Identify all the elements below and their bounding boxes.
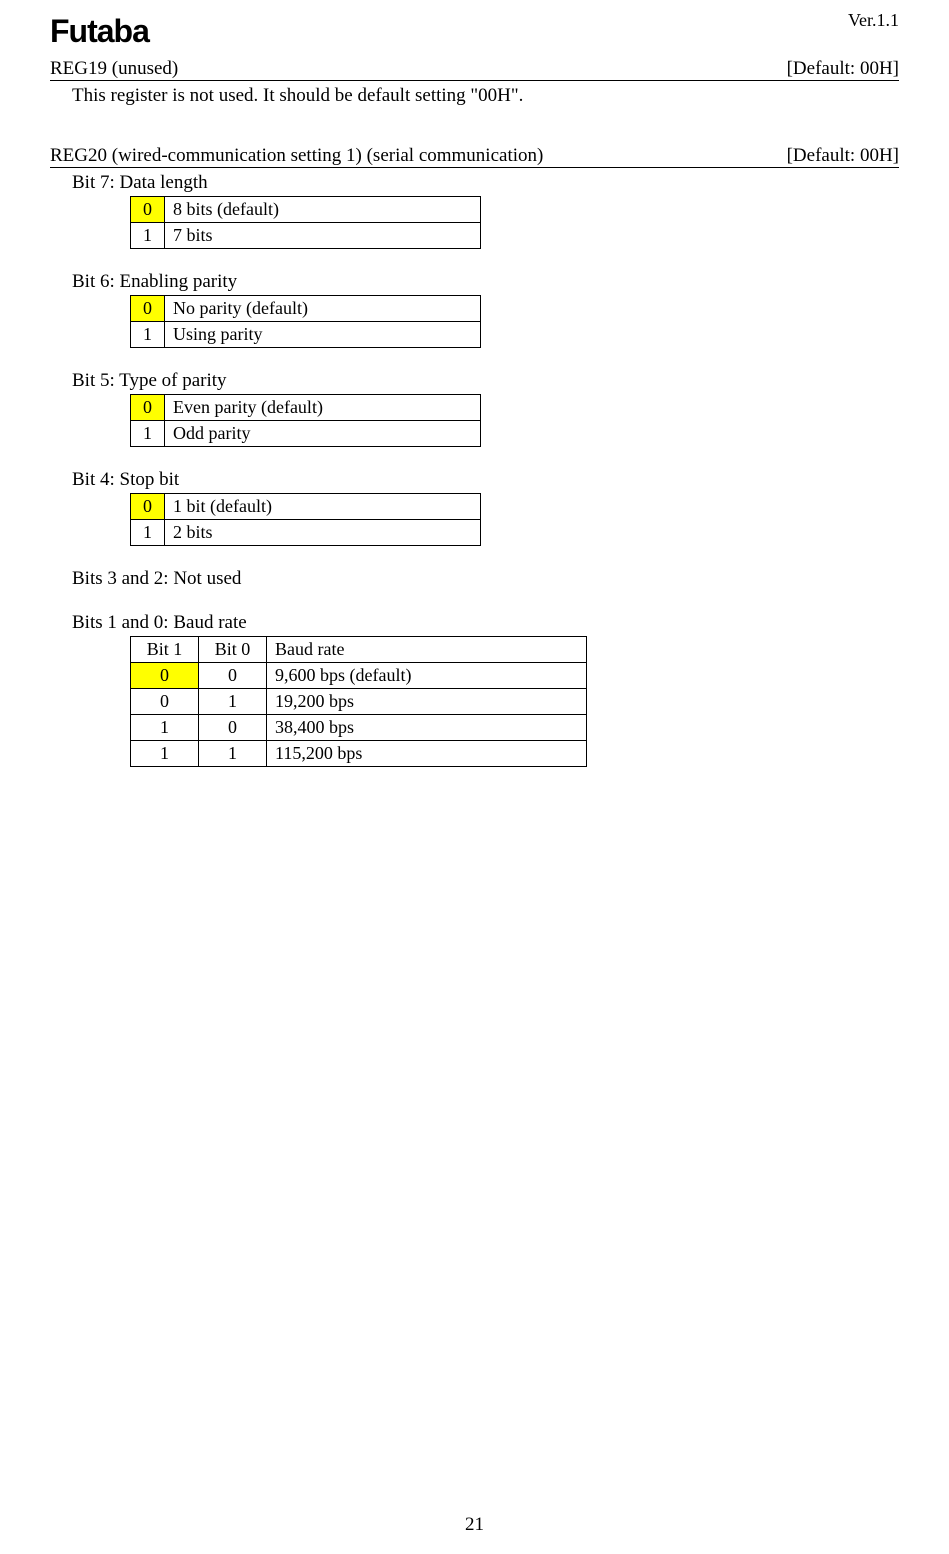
- baud-r1-b1: 0: [131, 689, 199, 715]
- reg19-header: REG19 (unused) [Default: 00H]: [50, 58, 899, 81]
- bit7-desc-0: 8 bits (default): [165, 197, 481, 223]
- baud-r0-b1: 0: [131, 663, 199, 689]
- page-number: 21: [0, 1514, 949, 1536]
- baud-r2-b1: 1: [131, 715, 199, 741]
- table-row: 0 8 bits (default): [131, 197, 481, 223]
- table-row: 1 1 115,200 bps: [131, 741, 587, 767]
- bit4-desc-1: 2 bits: [165, 520, 481, 546]
- baud-r0-rate: 9,600 bps (default): [267, 663, 587, 689]
- table-row: Bit 1 Bit 0 Baud rate: [131, 637, 587, 663]
- reg20-title: REG20 (wired-communication setting 1) (s…: [50, 145, 543, 167]
- baud-head-rate: Baud rate: [267, 637, 587, 663]
- bit7-title: Bit 7: Data length: [72, 172, 899, 194]
- table-row: 0 0 9,600 bps (default): [131, 663, 587, 689]
- baud-r1-rate: 19,200 bps: [267, 689, 587, 715]
- table-row: 0 Even parity (default): [131, 395, 481, 421]
- bit4-title: Bit 4: Stop bit: [72, 469, 899, 491]
- bit7-val-1: 1: [131, 223, 165, 249]
- table-row: 0 1 19,200 bps: [131, 689, 587, 715]
- bit4-table: 0 1 bit (default) 1 2 bits: [130, 493, 481, 546]
- bit4-desc-0: 1 bit (default): [165, 494, 481, 520]
- bits32-title: Bits 3 and 2: Not used: [72, 568, 899, 590]
- bit4-val-0: 0: [131, 494, 165, 520]
- reg19-default: [Default: 00H]: [787, 58, 899, 80]
- bit7-desc-1: 7 bits: [165, 223, 481, 249]
- bit7-table: 0 8 bits (default) 1 7 bits: [130, 196, 481, 249]
- reg19-title: REG19 (unused): [50, 58, 178, 80]
- table-row: 1 0 38,400 bps: [131, 715, 587, 741]
- baud-r0-b0: 0: [199, 663, 267, 689]
- bits32-section: Bits 3 and 2: Not used: [72, 568, 899, 590]
- bit6-section: Bit 6: Enabling parity 0 No parity (defa…: [72, 271, 899, 348]
- baud-r2-rate: 38,400 bps: [267, 715, 587, 741]
- baud-table: Bit 1 Bit 0 Baud rate 0 0 9,600 bps (def…: [130, 636, 587, 767]
- table-row: 0 No parity (default): [131, 296, 481, 322]
- reg20-default: [Default: 00H]: [787, 145, 899, 167]
- bit6-table: 0 No parity (default) 1 Using parity: [130, 295, 481, 348]
- baud-r3-b1: 1: [131, 741, 199, 767]
- baud-r1-b0: 1: [199, 689, 267, 715]
- baud-r2-b0: 0: [199, 715, 267, 741]
- bit5-title: Bit 5: Type of parity: [72, 370, 899, 392]
- table-row: 1 Odd parity: [131, 421, 481, 447]
- baud-head-bit1: Bit 1: [131, 637, 199, 663]
- table-row: 1 2 bits: [131, 520, 481, 546]
- table-row: 1 7 bits: [131, 223, 481, 249]
- bit5-val-0: 0: [131, 395, 165, 421]
- table-row: 0 1 bit (default): [131, 494, 481, 520]
- bit6-val-0: 0: [131, 296, 165, 322]
- baud-r3-b0: 1: [199, 741, 267, 767]
- bit7-val-0: 0: [131, 197, 165, 223]
- bit6-val-1: 1: [131, 322, 165, 348]
- table-row: 1 Using parity: [131, 322, 481, 348]
- bit5-desc-0: Even parity (default): [165, 395, 481, 421]
- brand-logo: Futaba: [50, 13, 899, 50]
- bit5-desc-1: Odd parity: [165, 421, 481, 447]
- bit4-section: Bit 4: Stop bit 0 1 bit (default) 1 2 bi…: [72, 469, 899, 546]
- bit5-section: Bit 5: Type of parity 0 Even parity (def…: [72, 370, 899, 447]
- bit7-section: Bit 7: Data length 0 8 bits (default) 1 …: [72, 172, 899, 249]
- bit6-title: Bit 6: Enabling parity: [72, 271, 899, 293]
- bit4-val-1: 1: [131, 520, 165, 546]
- reg19-body: This register is not used. It should be …: [50, 85, 899, 107]
- bit5-table: 0 Even parity (default) 1 Odd parity: [130, 394, 481, 447]
- reg20-header: REG20 (wired-communication setting 1) (s…: [50, 145, 899, 168]
- bits10-section: Bits 1 and 0: Baud rate Bit 1 Bit 0 Baud…: [72, 612, 899, 767]
- bit6-desc-0: No parity (default): [165, 296, 481, 322]
- bit6-desc-1: Using parity: [165, 322, 481, 348]
- baud-head-bit0: Bit 0: [199, 637, 267, 663]
- baud-r3-rate: 115,200 bps: [267, 741, 587, 767]
- bit5-val-1: 1: [131, 421, 165, 447]
- bits10-title: Bits 1 and 0: Baud rate: [72, 612, 899, 634]
